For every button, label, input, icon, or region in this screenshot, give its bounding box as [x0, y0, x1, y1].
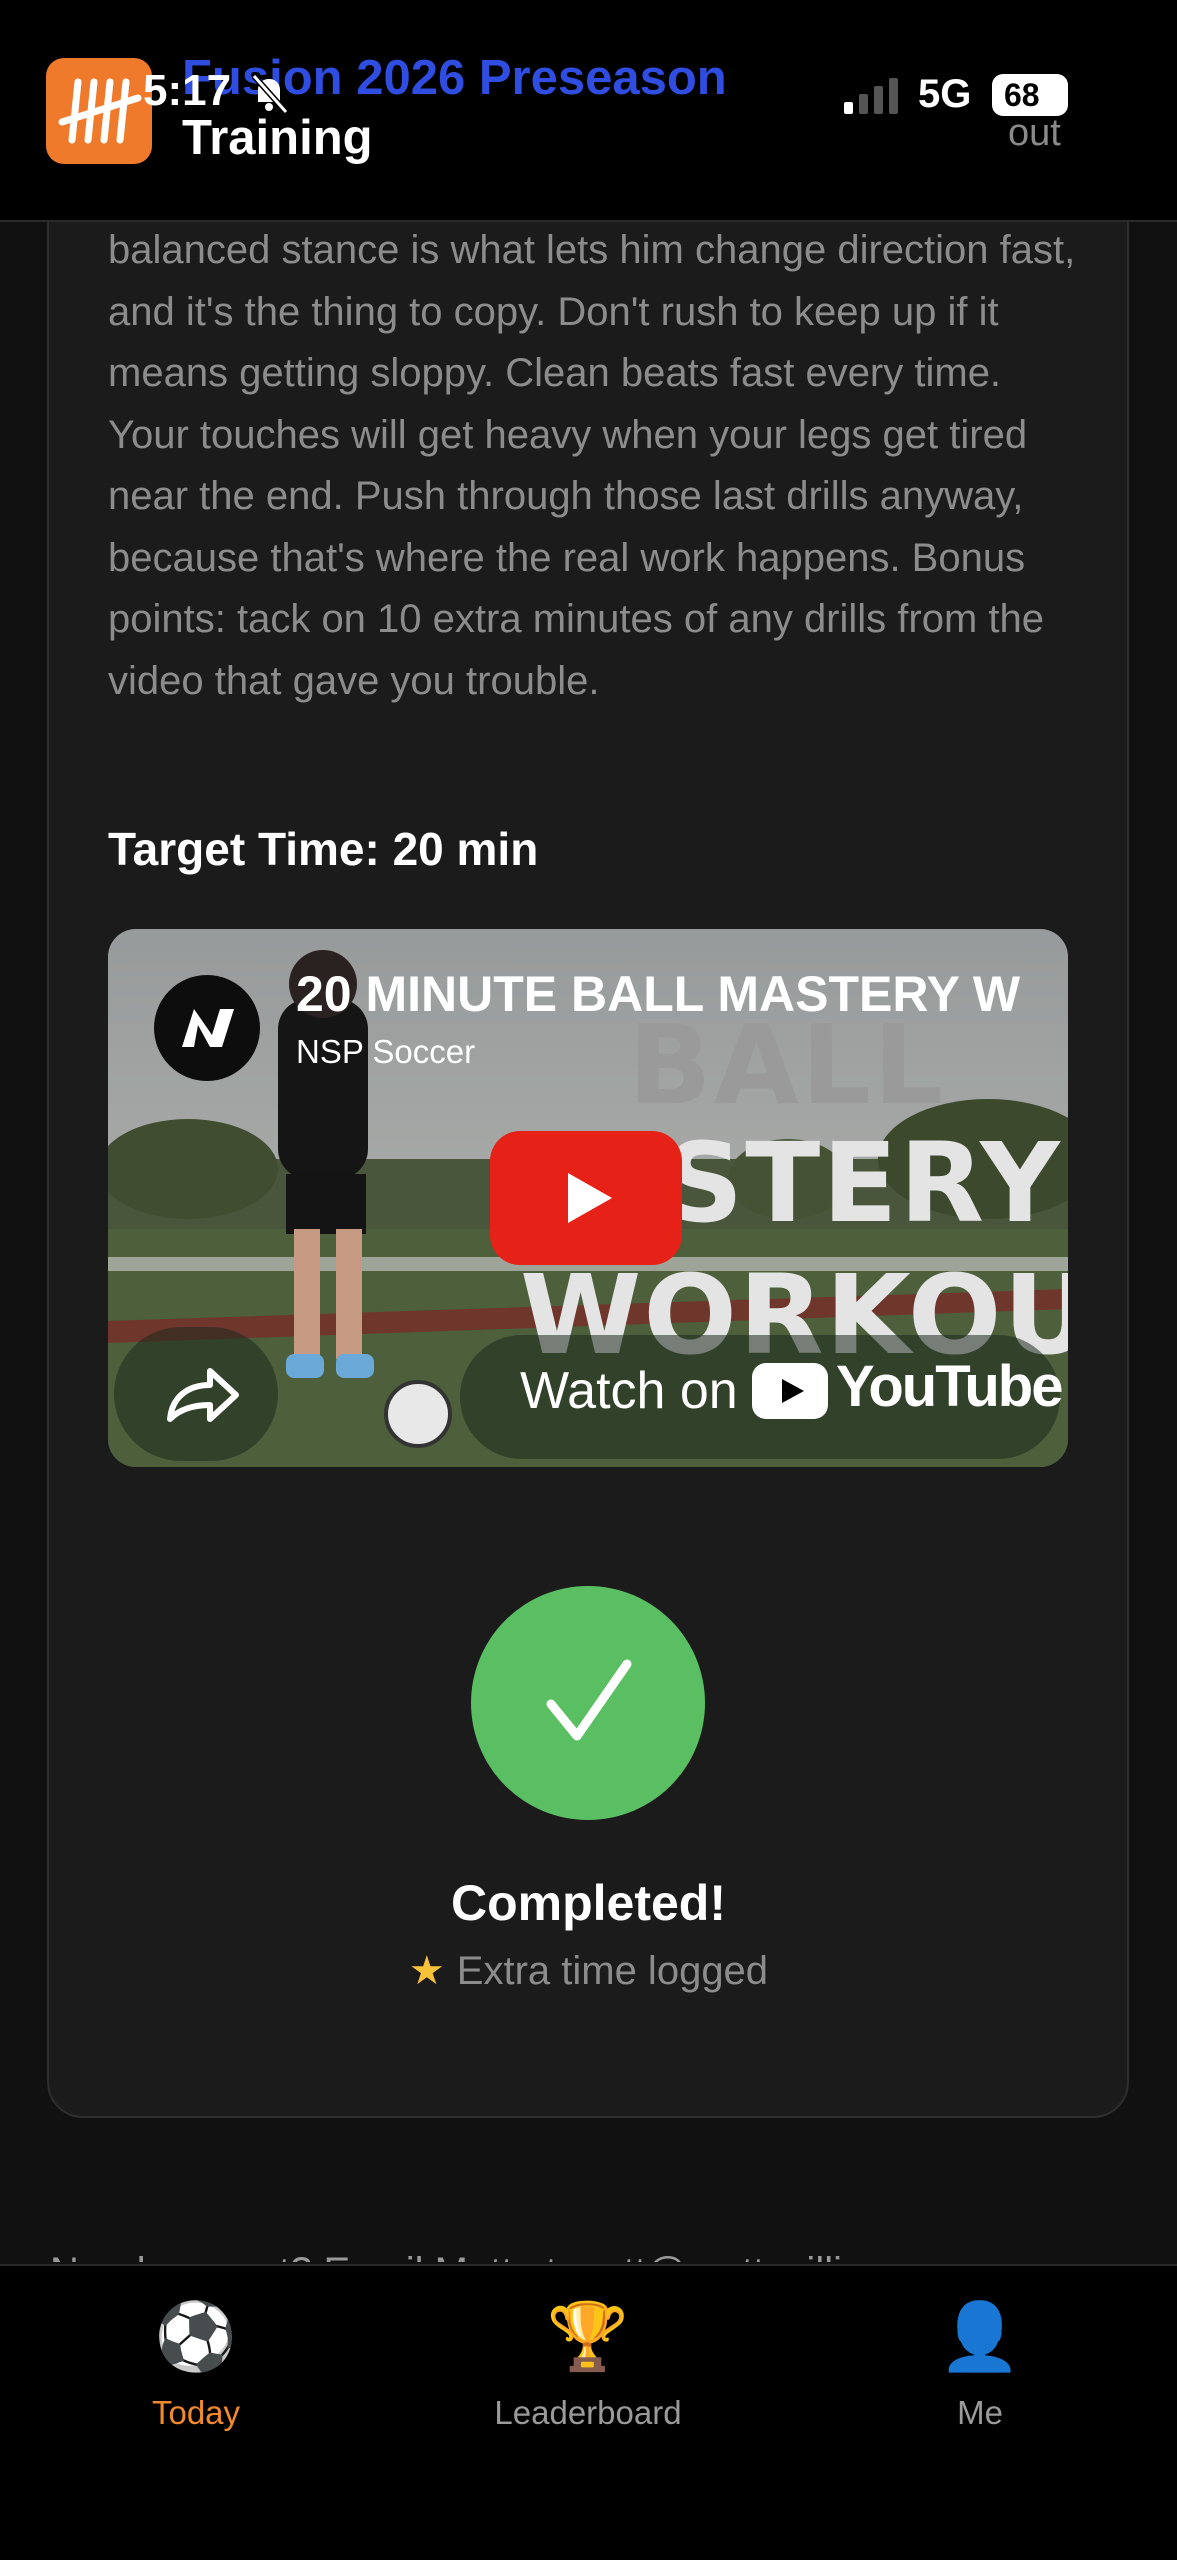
channel-name[interactable]: NSP Soccer	[296, 1033, 475, 1071]
trophy-icon: 🏆	[546, 2299, 630, 2373]
youtube-wordmark: YouTube	[836, 1354, 1063, 1419]
battery-indicator: 68	[992, 74, 1068, 116]
play-button[interactable]	[490, 1131, 682, 1265]
star-icon: ★	[408, 1949, 445, 1993]
title-line-2: Training	[182, 111, 373, 165]
network-label: 5G	[918, 72, 972, 116]
tab-me[interactable]: 👤 Me	[830, 2296, 1130, 2432]
completed-label: Completed!	[451, 1875, 726, 1931]
thumbnail-overlay-text: STERY	[664, 1119, 1062, 1247]
target-time: Target Time: 20 min	[108, 823, 539, 875]
video-title[interactable]: 20 MINUTE BALL MASTERY W	[296, 965, 1056, 1023]
watch-on-label: Watch on	[520, 1362, 738, 1420]
youtube-logo-icon	[752, 1363, 828, 1419]
support-note: Need support? Email Matt at matt@matt-wi…	[50, 2232, 1150, 2262]
youtube-embed[interactable]: BALL STERY WORKOUT 20 MINUTE BALL MASTER…	[108, 929, 1068, 1467]
checkmark-icon	[546, 1659, 632, 1741]
tab-label: Today	[151, 2394, 241, 2431]
extra-time-label: Extra time logged	[456, 1949, 769, 1993]
bell-off-icon	[251, 74, 289, 114]
share-icon	[167, 1368, 239, 1422]
completed-check-button[interactable]	[471, 1586, 705, 1820]
app-screen: balanced stance is what lets him change …	[0, 0, 1177, 2560]
tally-marks-icon	[58, 78, 142, 144]
logout-button[interactable]: out	[1008, 112, 1061, 155]
play-icon	[568, 1173, 612, 1223]
status-time: 5:17	[143, 66, 232, 115]
person-icon: 👤	[938, 2299, 1022, 2373]
tab-leaderboard[interactable]: 🏆 Leaderboard	[438, 2296, 738, 2432]
app-logo	[46, 58, 152, 164]
drill-description: balanced stance is what lets him change …	[108, 228, 1076, 703]
share-button[interactable]	[114, 1327, 278, 1461]
channel-avatar[interactable]	[154, 975, 260, 1081]
app-header: Fusion 2026 Preseason Training 5:17 5G 6…	[0, 0, 1177, 222]
tab-label: Leaderboard	[494, 2394, 682, 2431]
tab-label: Me	[957, 2394, 1003, 2431]
extra-time-row: ★ Extra time logged	[0, 1948, 1177, 1994]
tab-today[interactable]: ⚽ Today	[46, 2296, 346, 2432]
soccer-ball-icon: ⚽	[154, 2299, 238, 2373]
signal-icon	[844, 78, 898, 114]
